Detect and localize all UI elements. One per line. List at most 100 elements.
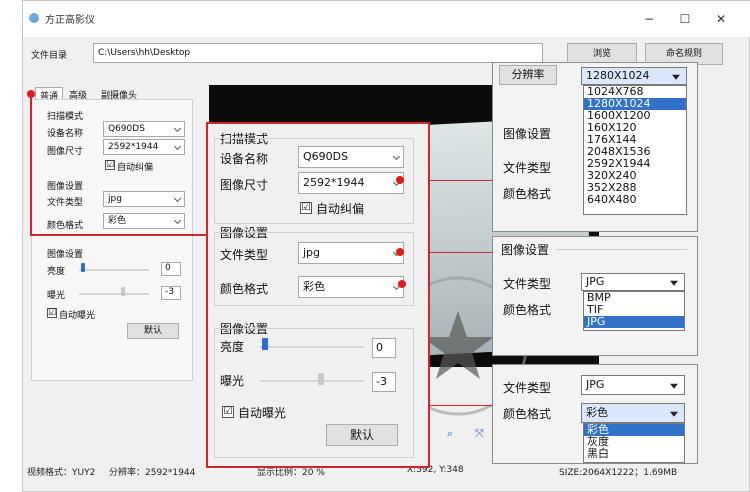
filetype-value: jpg [303,246,321,259]
size-select[interactable]: 2592*1944 [298,172,404,194]
color-value-small: 彩色 [108,216,127,226]
callout-line [30,94,32,236]
status-video-format: 视频格式：YUY2 [27,468,96,478]
brightness-thumb[interactable] [262,338,268,350]
color-label-small: 颜色格式 [47,221,84,231]
dropdown-arrow-icon [670,280,678,286]
app-icon [29,13,39,23]
color-popup-value: 彩色 [586,406,608,419]
filetype-value-small: jpg [108,194,122,204]
exposure-value-small[interactable]: -3 [161,286,181,300]
color-popup: 文件类型 JPG 颜色格式 彩色 彩色 灰度 黑白 [492,364,698,464]
filetype-option-selected[interactable]: JPG [584,316,684,328]
color-dropdown-list[interactable]: 彩色 灰度 黑白 [583,423,685,463]
exposure-slider[interactable] [260,380,364,382]
device-value: Q690DS [303,150,349,163]
device-label: 设备名称 [220,152,269,166]
color-popup-filetype-value: JPG [586,378,605,391]
filetype-popup-value: JPG [586,275,605,288]
color-popup-filetype-label: 文件类型 [503,381,552,395]
dropdown-arrow-icon [670,383,678,389]
chevron-down-icon [173,194,182,203]
fit-icon[interactable]: ⤧ [475,427,484,441]
device-select-small[interactable]: Q690DS [103,121,185,137]
filetype-select[interactable]: jpg [298,242,404,264]
size-label: 图像尺寸 [220,178,269,192]
resolution-behind-title: 图像设置 [503,127,552,141]
status-resolution: 分辨率：2592*1944 [109,468,196,478]
status-size: SIZE:2064X1222；1.69MB [559,468,678,478]
callout-dot [398,280,406,288]
dropdown-arrow-icon [670,411,678,417]
zoomed-settings-panel: 扫描模式 设备名称 Q690DS 图像尺寸 2592*1944 ☑ 自动纠偏 图… [206,122,430,468]
color-select[interactable]: 彩色 [298,276,404,298]
filetype-popup-title: 图像设置 [501,243,550,257]
exposure-value[interactable]: -3 [372,372,396,392]
exposure-label: 曝光 [220,374,245,388]
filetype-popup-color-label: 颜色格式 [503,303,552,317]
filetype-label: 文件类型 [220,248,269,262]
callout-dot [27,90,35,98]
color-label: 颜色格式 [220,282,269,296]
close-button[interactable]: ✕ [707,9,735,29]
color-select-small[interactable]: 彩色 [103,213,185,229]
brightness-thumb-small[interactable] [81,263,85,272]
resolution-dropdown-list[interactable]: 1024X768 1280X1024 1600X1200 160X120 176… [583,85,687,215]
color-option[interactable]: 黑白 [584,448,684,460]
scan-mode-title-small: 扫描模式 [47,112,84,122]
autocorrect-checkbox-small[interactable]: ☑ [105,160,115,170]
dropdown-arrow-icon [672,74,680,80]
filetype-dropdown-list[interactable]: BMP TIF JPG [583,291,685,331]
brightness-value-small[interactable]: 0 [161,262,181,276]
autoexposure-checkbox-small[interactable]: ☑ [47,308,57,318]
brightness-value[interactable]: 0 [372,338,396,358]
resolution-select[interactable]: 1280X1024 [581,67,687,85]
filetype-select-small[interactable]: jpg [103,191,185,207]
resolution-option[interactable]: 640X480 [584,194,686,206]
callout-dot [396,248,404,256]
maximize-button[interactable]: ☐ [671,9,699,29]
size-value-small: 2592*1944 [108,142,159,152]
autoexposure-label: 自动曝光 [238,406,287,420]
color-popup-filetype-select[interactable]: JPG [581,375,685,395]
autocorrect-checkbox[interactable]: ☑ [300,202,312,214]
filetype-label-small: 文件类型 [47,198,84,208]
device-value-small: Q690DS [108,124,145,134]
image-settings-title-small: 图像设置 [47,182,84,192]
adjust-title-small: 图像设置 [47,250,84,260]
autoexposure-checkbox[interactable]: ☑ [222,406,234,418]
title-bar: 方正高影仪 − ☐ ✕ [23,1,750,37]
exposure-slider-small[interactable] [79,293,149,295]
filetype-popup-select[interactable]: JPG [581,273,685,291]
chevron-down-icon [173,124,182,133]
device-label-small: 设备名称 [47,129,84,139]
color-popup-select[interactable]: 彩色 [581,403,685,423]
autocorrect-label: 自动纠偏 [316,202,365,216]
callout-line [30,234,208,236]
minimize-button[interactable]: − [635,9,663,29]
autocorrect-label-small: 自动纠偏 [117,163,154,173]
device-select[interactable]: Q690DS [298,146,404,168]
group-divider [557,249,687,250]
resolution-popup: 分辨率 1280X1024 图像设置 文件类型 颜色格式 1024X768 12… [492,62,698,232]
brightness-label: 亮度 [220,340,245,354]
window-title: 方正高影仪 [45,15,95,26]
resolution-value: 1280X1024 [586,69,650,82]
resolution-behind-filetype: 文件类型 [503,161,552,175]
exposure-thumb[interactable] [318,373,324,385]
callout-dot [396,176,404,184]
chevron-down-icon [173,216,182,225]
size-select-small[interactable]: 2592*1944 [103,139,185,155]
file-dir-input[interactable]: C:\Users\hh\Desktop [93,43,543,63]
brightness-slider-small[interactable] [79,269,149,271]
resolution-label: 分辨率 [499,65,557,85]
default-button[interactable]: 默认 [326,424,398,446]
zoom-icon[interactable]: ⌕ [447,427,453,441]
brightness-label-small: 亮度 [47,267,66,277]
filetype-popup: 图像设置 文件类型 JPG 颜色格式 BMP TIF JPG [492,236,698,356]
size-label-small: 图像尺寸 [47,147,84,157]
default-button-small[interactable]: 默认 [127,323,179,339]
brightness-slider[interactable] [260,346,364,348]
chevron-down-icon [173,142,182,151]
exposure-thumb-small[interactable] [121,287,125,296]
